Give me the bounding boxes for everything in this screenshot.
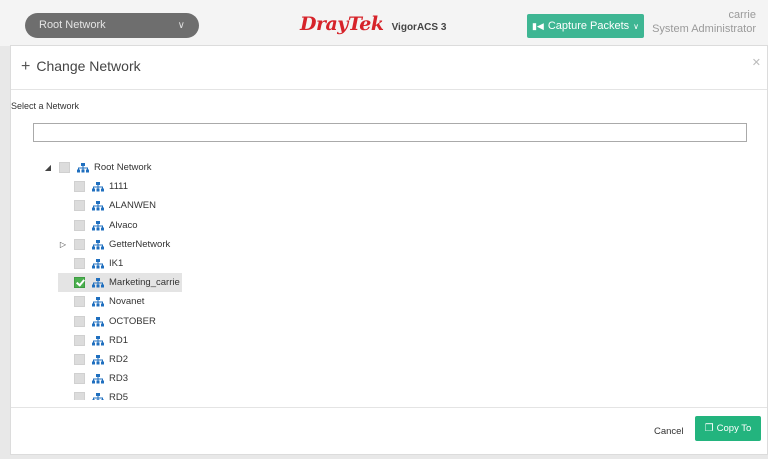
tree-node[interactable]: IK1 — [58, 254, 123, 273]
tree-checkbox[interactable] — [74, 316, 85, 327]
tree-node[interactable]: Novanet — [58, 292, 144, 311]
tree-checkbox[interactable] — [74, 392, 85, 400]
tree-checkbox[interactable] — [74, 335, 85, 346]
tree-checkbox[interactable] — [74, 239, 85, 250]
network-tree-icon — [92, 316, 104, 327]
user-role: System Administrator — [652, 23, 756, 35]
tree-checkbox[interactable] — [74, 373, 85, 384]
network-tree-icon — [92, 258, 104, 269]
tree-node-label: ALANWEN — [109, 200, 156, 211]
tree-node-label: OCTOBER — [109, 316, 156, 327]
tree-node-label: Marketing_carrie — [109, 277, 180, 288]
modal-title: + Change Network — [21, 58, 141, 76]
tree-checkbox[interactable] — [74, 277, 85, 288]
change-network-modal: + Change Network ✕ Select a Network ◢ Root… — [10, 45, 768, 455]
tree-checkbox[interactable] — [74, 258, 85, 269]
tree-node-label: Novanet — [109, 296, 145, 307]
tree-node-label: Alvaco — [109, 220, 138, 231]
chevron-down-icon: ∨ — [177, 20, 185, 31]
tree-node[interactable]: RD2 — [58, 350, 128, 369]
tree-node-label: Root Network — [94, 162, 152, 173]
copy-to-label: Copy To — [716, 423, 752, 434]
network-selector[interactable]: Root Network ∨ — [25, 13, 199, 38]
network-tree-icon — [92, 296, 104, 307]
tree-node-label: GetterNetwork — [109, 239, 171, 250]
tree-checkbox[interactable] — [74, 296, 85, 307]
tree-node-label: IK1 — [109, 258, 124, 269]
tree-node[interactable]: RD3 — [58, 369, 128, 388]
tree-node-label: 1111 — [109, 181, 129, 192]
top-bar: Root Network ∨ DrayTek VigorACS 3 ▮◀ Capt… — [0, 0, 768, 46]
network-tree-icon — [77, 162, 89, 173]
tree-node-label: RD5 — [109, 392, 129, 400]
tree-node[interactable]: 1111 — [58, 177, 128, 196]
tree-node[interactable]: ▷ GetterNetwork — [58, 235, 170, 254]
cancel-button[interactable]: Cancel — [652, 423, 686, 440]
brand-logo: DrayTek — [300, 13, 384, 35]
network-selector-label: Root Network — [39, 19, 106, 31]
tree-node[interactable]: RD5 — [58, 388, 128, 400]
network-tree-icon — [92, 220, 104, 231]
network-search-input[interactable] — [33, 123, 747, 142]
video-camera-icon: ▮◀ — [531, 21, 544, 31]
tree-node-label: RD2 — [109, 354, 129, 365]
user-name: carrie — [728, 9, 756, 21]
tree-checkbox[interactable] — [74, 354, 85, 365]
select-network-label: Select a Network — [11, 101, 80, 111]
product-name: VigorACS 3 — [391, 22, 447, 33]
tree-checkbox[interactable] — [74, 181, 85, 192]
tree-node-label: RD3 — [109, 373, 129, 384]
tree-node[interactable]: Alvaco — [58, 216, 138, 235]
network-tree-icon — [92, 239, 104, 250]
collapse-arrow-icon[interactable]: ◢ — [43, 163, 53, 172]
tree-node[interactable]: OCTOBER — [58, 312, 156, 331]
capture-packets-label: Capture Packets — [547, 20, 630, 32]
copy-icon: ❐ — [704, 423, 714, 434]
network-tree-icon — [92, 354, 104, 365]
modal-header: + Change Network ✕ — [11, 46, 767, 90]
plus-icon: + — [21, 58, 31, 75]
network-tree-icon — [92, 181, 104, 192]
network-tree-icon — [92, 200, 104, 211]
network-tree-icon — [92, 335, 104, 346]
modal-title-text: Change Network — [36, 58, 141, 74]
tree-checkbox[interactable] — [59, 162, 70, 173]
tree-node-label: RD1 — [109, 335, 129, 346]
network-tree-icon — [92, 373, 104, 384]
capture-packets-button[interactable]: ▮◀ Capture Packets ∨ — [527, 14, 644, 38]
network-tree-icon — [92, 277, 104, 288]
tree-node[interactable]: Marketing_carrie — [58, 273, 182, 292]
chevron-down-icon: ∨ — [633, 22, 640, 31]
app-logo: DrayTek VigorACS 3 — [300, 13, 446, 37]
close-icon[interactable]: ✕ — [752, 56, 761, 69]
user-menu[interactable]: carrie System Administrator — [652, 8, 756, 36]
tree-node[interactable]: ALANWEN — [58, 196, 156, 215]
tree-node[interactable]: RD1 — [58, 331, 128, 350]
tree-checkbox[interactable] — [74, 220, 85, 231]
network-tree: ◢ Root Network 1111 ALANWEN Alvaco ▷ GetterNet… — [11, 158, 311, 400]
tree-root-node[interactable]: ◢ Root Network — [43, 158, 152, 177]
copy-to-button[interactable]: ❐ Copy To — [695, 416, 761, 441]
network-tree-icon — [92, 392, 104, 400]
modal-footer: Cancel ❐ Copy To — [11, 407, 767, 454]
tree-checkbox[interactable] — [74, 200, 85, 211]
expand-arrow-icon[interactable]: ▷ — [58, 240, 68, 249]
